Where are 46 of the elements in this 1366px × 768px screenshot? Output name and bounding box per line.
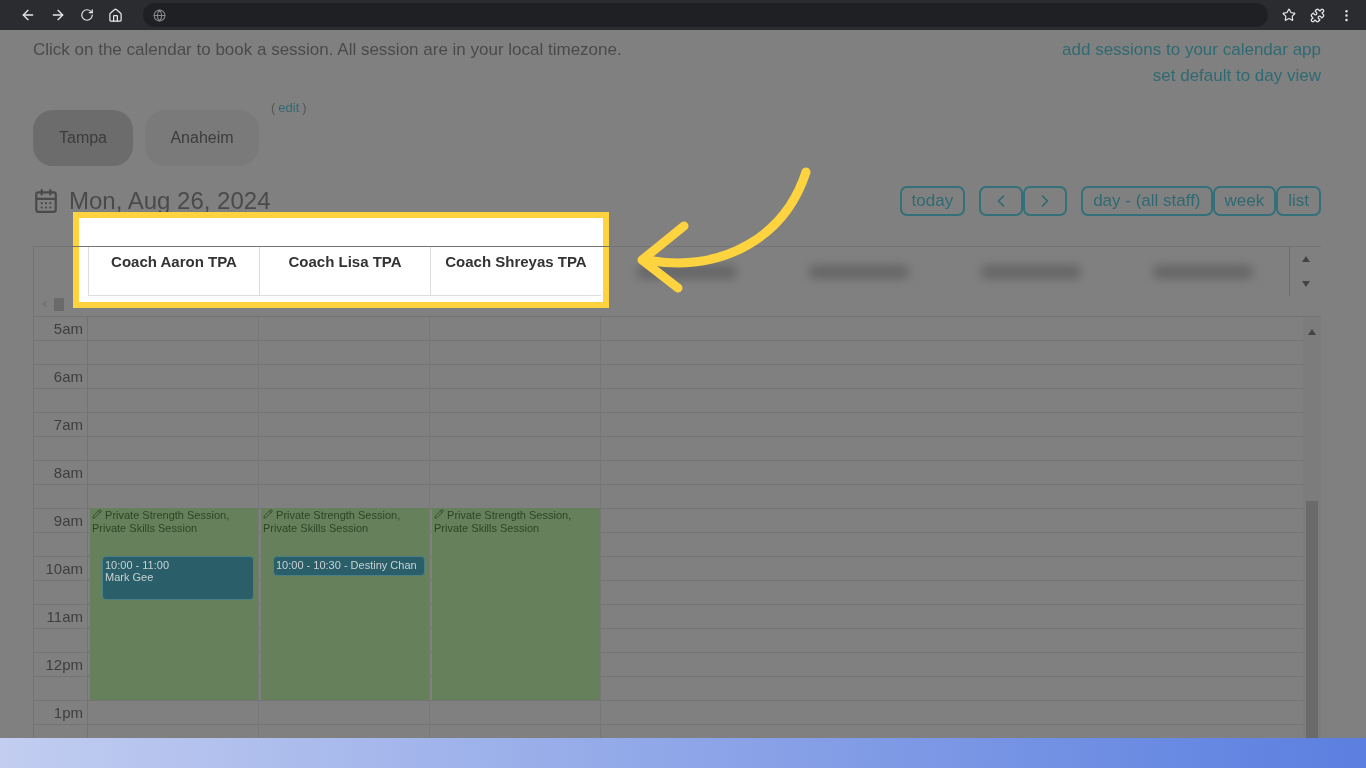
forward-icon[interactable]	[50, 7, 66, 23]
previous-button[interactable]	[979, 186, 1024, 216]
location-button[interactable]: Anaheim	[145, 110, 259, 166]
staff-header: Coach Aaron TPA	[88, 247, 259, 296]
scroll-down-icon[interactable]	[1301, 280, 1310, 287]
hour-label: 8am	[52, 463, 84, 483]
availability-text: Private Strength Session, Private Skills Session	[433, 508, 573, 536]
view-button[interactable]: week	[1212, 186, 1277, 216]
session-event[interactable]: 10:00 - 10:30 - Destiny Chan	[273, 556, 425, 576]
staff-header: Coach Lisa TPA	[259, 247, 430, 296]
header-link[interactable]: add sessions to your calendar app	[1062, 40, 1321, 60]
availability-text: Private Strength Session, Private Skills Session	[262, 508, 402, 536]
bracket: )	[302, 100, 307, 115]
pencil-icon	[434, 509, 444, 519]
hour-label: 12pm	[44, 655, 84, 675]
scroll-left-icon[interactable]	[40, 299, 50, 309]
hour-label: 9am	[52, 511, 84, 531]
hour-label: 7am	[52, 415, 84, 435]
calendar-icon	[33, 188, 59, 214]
staff-header: Coach Shreyas TPA	[430, 247, 601, 296]
extensions-icon[interactable]	[1310, 7, 1325, 23]
hour-label: 10am	[44, 559, 84, 579]
session-event[interactable]: 10:00 - 11:00 Mark Gee	[102, 556, 254, 600]
scroll-up-icon[interactable]	[1301, 256, 1310, 263]
availability-block[interactable]: Private Strength Session, Private Skills Session	[432, 508, 600, 700]
hour-label: 1pm	[52, 703, 84, 723]
header-link[interactable]: set default to day view	[1152, 66, 1321, 86]
hour-label: 6am	[52, 367, 84, 387]
reload-icon[interactable]	[80, 8, 94, 22]
view-button[interactable]: day - (all staff)	[1081, 186, 1213, 216]
hour-label: 5am	[52, 319, 84, 339]
pencil-icon	[92, 509, 102, 519]
scroll-up-icon[interactable]	[1308, 329, 1316, 335]
view-button[interactable]: list	[1276, 186, 1321, 216]
today-button[interactable]: today	[899, 186, 966, 216]
next-button[interactable]	[1023, 186, 1068, 216]
star-icon[interactable]	[1282, 8, 1296, 22]
globe-icon	[153, 8, 166, 22]
vertical-scrollbar[interactable]	[1303, 317, 1321, 738]
hour-label: 11am	[45, 607, 84, 627]
back-icon[interactable]	[20, 7, 36, 23]
pencil-icon	[263, 509, 273, 519]
edit-link[interactable]: edit	[278, 100, 300, 115]
home-icon[interactable]	[108, 7, 123, 23]
bracket: (	[271, 100, 276, 115]
availability-text: Private Strength Session, Private Skills Session	[91, 508, 231, 536]
